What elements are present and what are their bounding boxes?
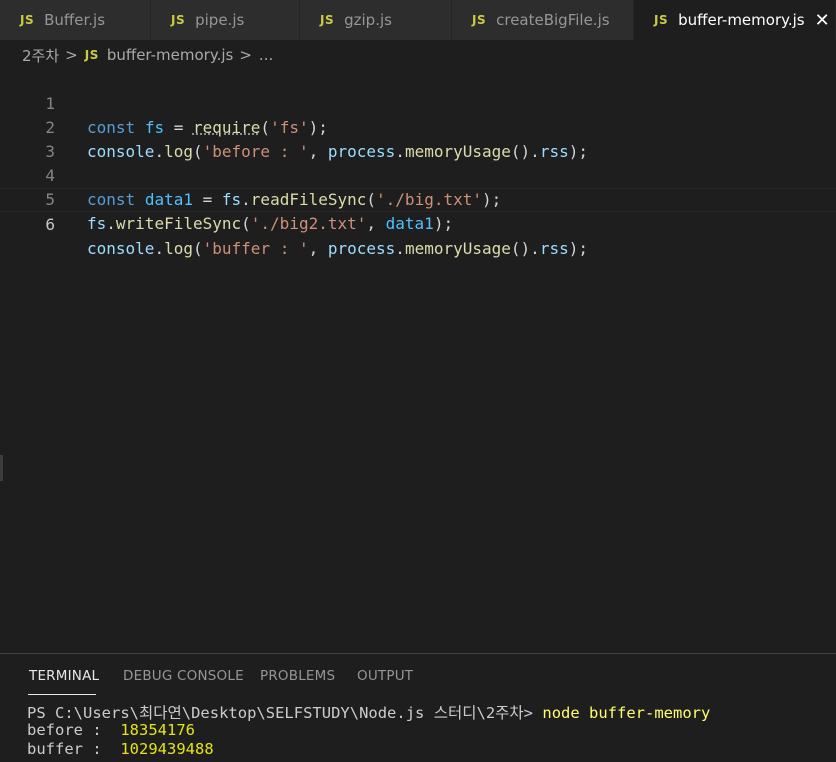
- tab-output[interactable]: OUTPUT: [357, 668, 413, 684]
- code-line[interactable]: 1 const fs = require('fs');: [0, 68, 836, 137]
- code-token: ,: [366, 214, 386, 233]
- javascript-file-icon: JS: [20, 13, 35, 27]
- javascript-file-icon: JS: [171, 13, 186, 27]
- code-token: (: [192, 239, 203, 258]
- breadcrumb-file[interactable]: buffer-memory.js: [107, 46, 234, 64]
- tab-label: buffer-memory.js: [678, 11, 805, 29]
- code-token: ,: [308, 239, 328, 258]
- javascript-file-icon: JS: [472, 13, 487, 27]
- code-token: './big2.txt': [250, 214, 367, 233]
- code-line[interactable]: 3: [0, 116, 836, 161]
- code-token: 'buffer : ': [202, 239, 309, 258]
- output-label: before :: [27, 721, 121, 739]
- terminal-prompt: PS C:\Users\최다연\Desktop\SELFSTUDY\Node.j…: [27, 704, 543, 722]
- code-line[interactable]: 2 console.log('before : ', process.memor…: [0, 92, 836, 161]
- breadcrumb-folder[interactable]: 2주차: [22, 45, 59, 66]
- bottom-panel: TERMINAL DEBUG CONSOLE PROBLEMS OUTPUT P…: [0, 653, 836, 762]
- terminal-command: node buffer-memory: [542, 704, 711, 722]
- tab-label: pipe.js: [195, 11, 245, 29]
- code-token: );: [568, 239, 588, 258]
- code-token: .: [395, 239, 405, 258]
- tab-gzip-js[interactable]: JS gzip.js: [300, 0, 452, 40]
- code-token: .: [154, 239, 165, 258]
- javascript-file-icon: JS: [654, 13, 669, 27]
- code-line[interactable]: 5 fs.writeFileSync('./big2.txt', data1);: [0, 164, 836, 233]
- sash-handle[interactable]: [0, 455, 3, 481]
- code-token: .: [106, 214, 116, 233]
- code-token: );: [433, 214, 454, 233]
- close-icon[interactable]: ✕: [815, 10, 830, 31]
- tab-label: gzip.js: [344, 11, 392, 29]
- terminal-output-line: before : 18354176: [27, 721, 195, 739]
- chevron-right-icon: >: [239, 46, 252, 64]
- tab-label: Buffer.js: [44, 11, 106, 29]
- javascript-file-icon: JS: [84, 48, 99, 62]
- code-token: console: [87, 239, 155, 258]
- code-editor[interactable]: 1 const fs = require('fs'); 2 console.lo…: [0, 68, 836, 648]
- editor-tab-bar: JS Buffer.js JS pipe.js JS gzip.js JS cr…: [0, 0, 836, 40]
- tab-label: createBigFile.js: [496, 11, 610, 29]
- code-line-current[interactable]: 6 console.log('buffer : ', process.memor…: [0, 188, 836, 258]
- output-value: 18354176: [120, 721, 195, 739]
- output-value: 1029439488: [120, 740, 214, 758]
- line-number: 6: [45, 215, 55, 234]
- active-tab-indicator: [28, 694, 96, 695]
- tab-buffer-memory-js[interactable]: JS buffer-memory.js ✕: [634, 0, 836, 40]
- code-token: process: [327, 239, 396, 258]
- tab-problems[interactable]: PROBLEMS: [260, 668, 335, 684]
- code-token: fs: [87, 214, 107, 233]
- terminal-output-line: buffer : 1029439488: [27, 740, 214, 758]
- tab-pipe-js[interactable]: JS pipe.js: [151, 0, 300, 40]
- breadcrumb: 2주차 > JS buffer-memory.js > ...: [0, 43, 273, 67]
- chevron-right-icon: >: [65, 46, 78, 64]
- panel-tab-bar: TERMINAL DEBUG CONSOLE PROBLEMS OUTPUT: [0, 654, 836, 696]
- code-token: ().: [510, 239, 540, 258]
- code-content: fs.writeFileSync('./big2.txt', data1);: [87, 212, 453, 236]
- output-label: buffer :: [27, 740, 121, 758]
- code-line[interactable]: 4 const data1 = fs.readFileSync('./big.t…: [0, 140, 836, 209]
- tab-createbigfile-js[interactable]: JS createBigFile.js: [452, 0, 634, 40]
- tab-debug-console[interactable]: DEBUG CONSOLE: [123, 668, 244, 684]
- code-token: log: [164, 239, 193, 258]
- code-token: (: [241, 214, 251, 233]
- code-token: writeFileSync: [115, 214, 242, 233]
- javascript-file-icon: JS: [320, 13, 335, 27]
- terminal-command-line[interactable]: PS C:\Users\최다연\Desktop\SELFSTUDY\Node.j…: [27, 701, 710, 723]
- code-token: memoryUsage: [404, 239, 511, 258]
- tab-terminal[interactable]: TERMINAL: [29, 668, 99, 684]
- code-token: data1: [385, 214, 434, 233]
- breadcrumb-symbol[interactable]: ...: [259, 46, 273, 64]
- code-token: rss: [539, 239, 569, 258]
- tab-buffer-js[interactable]: JS Buffer.js: [0, 0, 151, 40]
- code-content: console.log('buffer : ', process.memoryU…: [87, 237, 588, 261]
